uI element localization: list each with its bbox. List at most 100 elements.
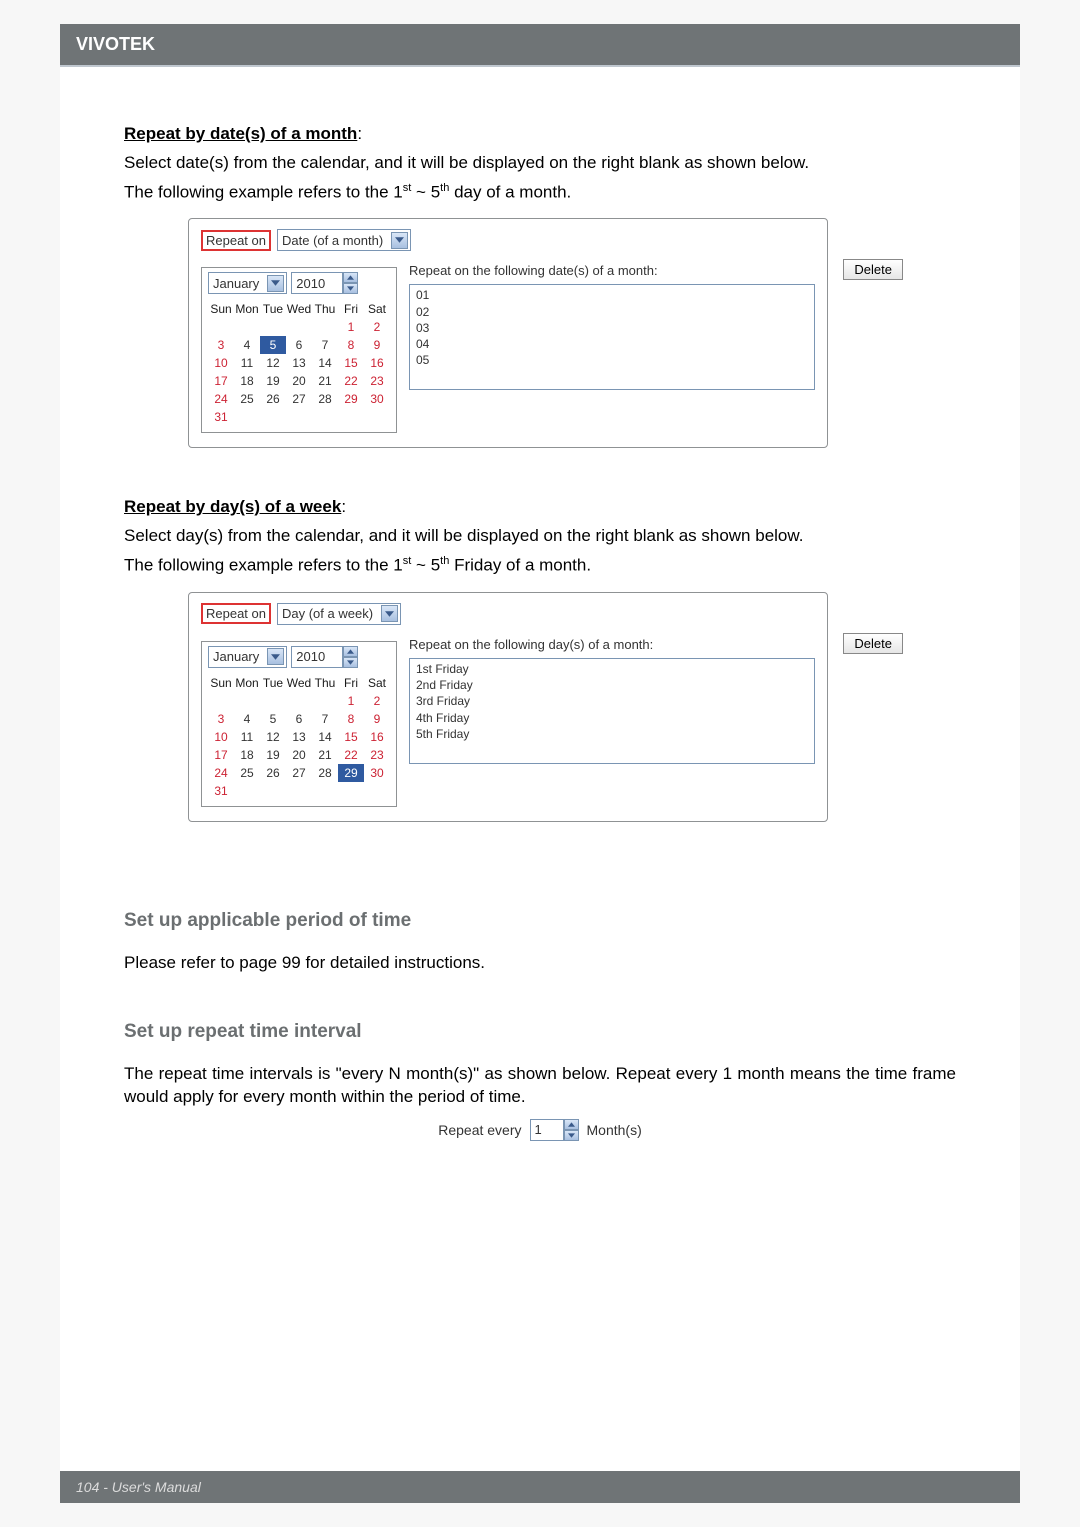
- calendar-cell[interactable]: 29: [338, 390, 364, 408]
- calendar-cell[interactable]: 28: [312, 764, 338, 782]
- calendar-cell[interactable]: 27: [286, 764, 312, 782]
- spinner-up[interactable]: [564, 1119, 579, 1130]
- calendar-cell[interactable]: 20: [286, 372, 312, 390]
- calendar-cell[interactable]: 8: [338, 336, 364, 354]
- calendar-cell[interactable]: 16: [364, 354, 390, 372]
- calendar-cell[interactable]: 31: [208, 408, 234, 426]
- list-item[interactable]: 2nd Friday: [416, 677, 808, 693]
- calendar-cell[interactable]: 28: [312, 390, 338, 408]
- chevron-down-icon[interactable]: [267, 648, 284, 665]
- selected-days-list[interactable]: 1st Friday2nd Friday3rd Friday4th Friday…: [409, 658, 815, 764]
- list-item[interactable]: 05: [416, 352, 808, 368]
- calendar-cell[interactable]: 15: [338, 728, 364, 746]
- calendar-cell[interactable]: 14: [312, 728, 338, 746]
- spinner-down[interactable]: [343, 657, 358, 668]
- calendar-day-header: Tue: [260, 674, 286, 692]
- calendar-cell[interactable]: 19: [260, 372, 286, 390]
- calendar-cell[interactable]: 30: [364, 390, 390, 408]
- calendar-cell[interactable]: 2: [364, 692, 390, 710]
- calendar-day-header: Fri: [338, 300, 364, 318]
- calendar-cell[interactable]: 30: [364, 764, 390, 782]
- calendar-cell[interactable]: 23: [364, 746, 390, 764]
- list-item[interactable]: 04: [416, 336, 808, 352]
- calendar-cell[interactable]: 11: [234, 354, 260, 372]
- calendar-cell[interactable]: 17: [208, 746, 234, 764]
- calendar-cell[interactable]: 22: [338, 372, 364, 390]
- calendar-cell[interactable]: 13: [286, 354, 312, 372]
- calendar-cell[interactable]: 3: [208, 710, 234, 728]
- calendar-cell[interactable]: 18: [234, 746, 260, 764]
- calendar-cell[interactable]: 1: [338, 318, 364, 336]
- delete-button[interactable]: Delete: [843, 259, 903, 280]
- calendar-cell[interactable]: 8: [338, 710, 364, 728]
- selected-dates-list[interactable]: 0102030405: [409, 284, 815, 390]
- calendar-cell[interactable]: 25: [234, 390, 260, 408]
- calendar-cell[interactable]: 5: [260, 710, 286, 728]
- calendar-cell[interactable]: 10: [208, 354, 234, 372]
- calendar-cell[interactable]: 7: [312, 710, 338, 728]
- list-item[interactable]: 01: [416, 287, 808, 303]
- calendar-cell[interactable]: 24: [208, 390, 234, 408]
- section-a-title: Repeat by date(s) of a month: [124, 124, 357, 143]
- list-item[interactable]: 5th Friday: [416, 726, 808, 742]
- calendar-cell[interactable]: 25: [234, 764, 260, 782]
- list-item[interactable]: 03: [416, 320, 808, 336]
- year-input[interactable]: 2010: [291, 272, 343, 294]
- calendar-cell[interactable]: 31: [208, 782, 234, 800]
- calendar-cell[interactable]: 24: [208, 764, 234, 782]
- list-item[interactable]: 3rd Friday: [416, 693, 808, 709]
- calendar-cell[interactable]: 15: [338, 354, 364, 372]
- calendar-cell[interactable]: 12: [260, 354, 286, 372]
- calendar-cell[interactable]: 27: [286, 390, 312, 408]
- calendar-cell[interactable]: 13: [286, 728, 312, 746]
- calendar-cell[interactable]: 14: [312, 354, 338, 372]
- calendar-cell[interactable]: 2: [364, 318, 390, 336]
- spinner-down[interactable]: [564, 1130, 579, 1141]
- spinner-down[interactable]: [343, 283, 358, 294]
- calendar-cell[interactable]: 4: [234, 710, 260, 728]
- calendar-cell[interactable]: 1: [338, 692, 364, 710]
- calendar-cell[interactable]: 6: [286, 710, 312, 728]
- calendar-cell[interactable]: 17: [208, 372, 234, 390]
- calendar-cell[interactable]: 18: [234, 372, 260, 390]
- calendar-cell[interactable]: 3: [208, 336, 234, 354]
- repeat-every-value[interactable]: 1: [530, 1119, 564, 1141]
- calendar-cell[interactable]: 5: [260, 336, 286, 354]
- calendar-cell[interactable]: 26: [260, 764, 286, 782]
- calendar-cell[interactable]: 9: [364, 336, 390, 354]
- mode-select[interactable]: Date (of a month): [277, 229, 411, 251]
- calendar-cell[interactable]: 12: [260, 728, 286, 746]
- calendar-cell[interactable]: 16: [364, 728, 390, 746]
- calendar-cell[interactable]: 6: [286, 336, 312, 354]
- chevron-down-icon[interactable]: [381, 605, 398, 622]
- calendar-cell[interactable]: 29: [338, 764, 364, 782]
- calendar-cell[interactable]: 22: [338, 746, 364, 764]
- spinner-up[interactable]: [343, 646, 358, 657]
- calendar-cell: [234, 782, 260, 800]
- list-item[interactable]: 02: [416, 304, 808, 320]
- calendar-cell[interactable]: 20: [286, 746, 312, 764]
- calendar-cell[interactable]: 19: [260, 746, 286, 764]
- calendar-cell[interactable]: 10: [208, 728, 234, 746]
- calendar-cell[interactable]: 26: [260, 390, 286, 408]
- calendar-cell: [286, 318, 312, 336]
- delete-button[interactable]: Delete: [843, 633, 903, 654]
- list-item[interactable]: 4th Friday: [416, 710, 808, 726]
- year-input[interactable]: 2010: [291, 646, 343, 668]
- calendar-cell[interactable]: 11: [234, 728, 260, 746]
- calendar-cell: [234, 318, 260, 336]
- chevron-down-icon[interactable]: [267, 275, 284, 292]
- calendar-cell[interactable]: 21: [312, 746, 338, 764]
- calendar-cell[interactable]: 4: [234, 336, 260, 354]
- spinner-up[interactable]: [343, 272, 358, 283]
- month-select[interactable]: January: [208, 646, 287, 668]
- calendar-cell[interactable]: 9: [364, 710, 390, 728]
- chevron-down-icon[interactable]: [391, 232, 408, 249]
- list-item[interactable]: 1st Friday: [416, 661, 808, 677]
- mode-select[interactable]: Day (of a week): [277, 603, 401, 625]
- month-select[interactable]: January: [208, 272, 287, 294]
- calendar-cell[interactable]: 7: [312, 336, 338, 354]
- calendar-widget-date-mode: Repeat on Date (of a month) January: [188, 218, 828, 448]
- calendar-cell[interactable]: 23: [364, 372, 390, 390]
- calendar-cell[interactable]: 21: [312, 372, 338, 390]
